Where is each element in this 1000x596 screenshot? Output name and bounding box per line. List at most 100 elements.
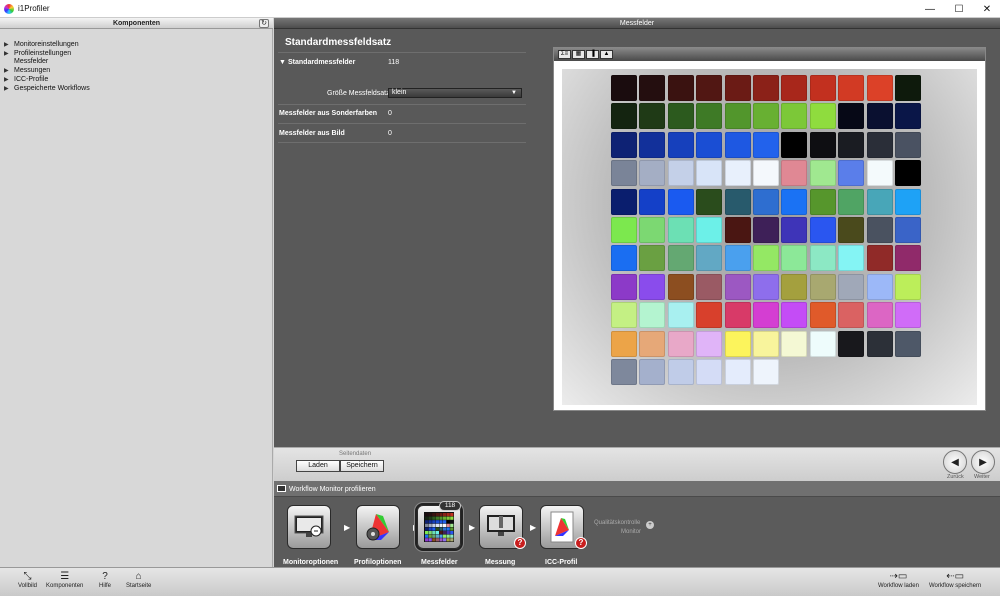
color-patch[interactable]	[781, 131, 808, 158]
color-patch[interactable]	[781, 273, 808, 300]
color-patch[interactable]	[639, 75, 666, 101]
color-patch[interactable]	[838, 75, 865, 101]
tree-item[interactable]: ▶ Gespeicherte Workflows	[4, 84, 90, 93]
color-patch[interactable]	[809, 160, 836, 187]
color-patch[interactable]	[838, 188, 865, 215]
add-icon[interactable]: +	[646, 521, 654, 529]
color-patch[interactable]	[639, 302, 666, 329]
color-patch[interactable]	[809, 245, 836, 272]
color-patch[interactable]	[696, 302, 723, 329]
color-patch[interactable]	[895, 217, 921, 243]
expand-arrow-icon[interactable]: ▶	[4, 85, 14, 92]
size-select[interactable]: klein ▼	[388, 88, 522, 98]
color-patch[interactable]	[724, 131, 751, 158]
color-patch[interactable]	[611, 75, 637, 101]
color-patch[interactable]	[838, 330, 865, 357]
color-patch[interactable]	[809, 188, 836, 215]
color-patch[interactable]	[866, 302, 893, 329]
color-patch[interactable]	[639, 330, 666, 357]
color-patch[interactable]	[781, 330, 808, 357]
components-button[interactable]: ☰ Komponenten	[46, 571, 83, 589]
spot-colors-label[interactable]: Messfelder aus Sonderfarben	[279, 110, 377, 117]
color-patch[interactable]	[667, 75, 694, 101]
refresh-button[interactable]: ↻	[259, 19, 269, 28]
back-button[interactable]: ◀	[943, 450, 967, 474]
expand-arrow-icon[interactable]: ▶	[4, 67, 14, 74]
color-patch[interactable]	[809, 103, 836, 130]
color-patch[interactable]	[781, 160, 808, 187]
next-button[interactable]: ▶	[971, 450, 995, 474]
color-patch[interactable]	[667, 330, 694, 357]
step-patches[interactable]	[417, 505, 461, 549]
color-patch[interactable]	[781, 245, 808, 272]
color-patch[interactable]	[724, 75, 751, 101]
save-button[interactable]: Speichern	[340, 460, 384, 472]
color-patch[interactable]	[895, 330, 921, 357]
color-patch[interactable]	[696, 75, 723, 101]
stats-view-button[interactable]: Σ≡	[558, 50, 571, 59]
color-patch[interactable]	[667, 359, 694, 385]
color-patch[interactable]	[895, 245, 921, 272]
color-patch[interactable]	[781, 302, 808, 329]
color-patch[interactable]	[639, 245, 666, 272]
color-patch[interactable]	[753, 330, 779, 357]
color-patch[interactable]	[838, 302, 865, 329]
color-patch[interactable]	[724, 302, 751, 329]
color-patch[interactable]	[667, 160, 694, 187]
color-patch[interactable]	[639, 103, 666, 130]
tree-item[interactable]: Messfelder	[4, 58, 90, 67]
color-patch[interactable]	[781, 103, 808, 130]
fullscreen-button[interactable]: ⤡ Vollbild	[18, 571, 37, 589]
color-patch[interactable]	[781, 188, 808, 215]
color-patch[interactable]	[866, 160, 893, 187]
color-patch[interactable]	[667, 302, 694, 329]
grid-view-button[interactable]: ▦	[572, 50, 585, 59]
color-patch[interactable]	[639, 359, 666, 385]
color-patch[interactable]	[611, 273, 637, 300]
image-view-button[interactable]: ▲	[600, 50, 613, 59]
expand-arrow-icon[interactable]: ▶	[4, 41, 14, 48]
tree-item[interactable]: ▶ Profileinstellungen	[4, 49, 90, 58]
color-patch[interactable]	[667, 131, 694, 158]
color-patch[interactable]	[696, 217, 723, 243]
color-patch[interactable]	[611, 131, 637, 158]
color-patch[interactable]	[667, 103, 694, 130]
tree-item[interactable]: ▶ ICC-Profile	[4, 75, 90, 84]
standard-patches-label[interactable]: Standardmessfelder	[288, 59, 355, 66]
color-patch[interactable]	[696, 330, 723, 357]
color-patch[interactable]	[809, 75, 836, 101]
color-patch[interactable]	[724, 245, 751, 272]
color-patch[interactable]	[838, 217, 865, 243]
expand-arrow-icon[interactable]: ▶	[4, 50, 14, 57]
color-patch[interactable]	[639, 188, 666, 215]
color-patch[interactable]	[611, 160, 637, 187]
color-patch[interactable]	[724, 217, 751, 243]
color-patch[interactable]	[611, 330, 637, 357]
color-patch[interactable]	[753, 75, 779, 101]
color-patch[interactable]	[895, 188, 921, 215]
color-patch[interactable]	[696, 188, 723, 215]
color-patch[interactable]	[639, 131, 666, 158]
color-patch[interactable]	[696, 273, 723, 300]
color-patch[interactable]	[838, 131, 865, 158]
collapse-icon[interactable]: ▼	[279, 59, 286, 66]
help-button[interactable]: ? Hilfe	[99, 571, 111, 589]
step-monitor-options[interactable]	[287, 505, 331, 549]
color-patch[interactable]	[696, 359, 723, 385]
color-patch[interactable]	[696, 103, 723, 130]
image-patches-label[interactable]: Messfelder aus Bild	[279, 130, 345, 137]
color-patch[interactable]	[611, 188, 637, 215]
color-patch[interactable]	[838, 273, 865, 300]
color-patch[interactable]	[866, 188, 893, 215]
color-patch[interactable]	[895, 75, 921, 101]
color-patch[interactable]	[866, 273, 893, 300]
save-workflow-button[interactable]: ⇠▭ Workflow speichern	[929, 571, 981, 589]
color-patch[interactable]	[781, 75, 808, 101]
color-patch[interactable]	[667, 217, 694, 243]
color-patch[interactable]	[724, 188, 751, 215]
step-profile-options[interactable]	[356, 505, 400, 549]
color-patch[interactable]	[809, 131, 836, 158]
color-patch[interactable]	[809, 330, 836, 357]
color-patch[interactable]	[724, 273, 751, 300]
color-patch[interactable]	[753, 302, 779, 329]
